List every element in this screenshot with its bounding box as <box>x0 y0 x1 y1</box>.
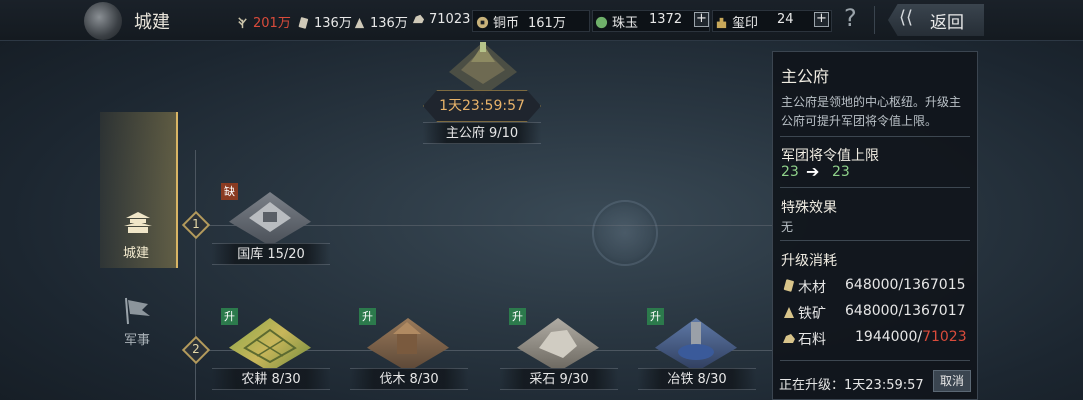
upgrading-status: 正在升级：1天23:59:57 <box>779 378 924 393</box>
foundry-building[interactable] <box>655 318 737 372</box>
add-seal-button[interactable]: + <box>814 12 829 27</box>
panel-title: 主公府 <box>781 67 830 86</box>
copper-resource[interactable]: 铜币 <box>476 12 519 31</box>
divider <box>780 187 970 188</box>
upgrade-tag: 升 <box>509 308 526 325</box>
cap-title: 军团将令值上限 <box>781 148 879 164</box>
grain-icon <box>238 17 247 29</box>
war-flag-icon[interactable] <box>122 296 152 326</box>
foundry-art <box>678 322 714 360</box>
panel-description-line-2: 公府可提升军团将令值上限。 <box>781 114 938 128</box>
cap-next-value: 23 <box>832 164 850 180</box>
add-jade-button[interactable]: + <box>694 12 709 27</box>
panel-description-line-1: 主公府是领地的中心枢纽。升级主 <box>781 95 962 109</box>
foundry-label: 冶铁 8/30 <box>638 368 756 390</box>
main-hall-label: 主公府 9/10 <box>423 122 541 144</box>
upgrade-tag: 升 <box>647 308 664 325</box>
seal-resource[interactable]: 玺印 <box>715 12 758 31</box>
lumber-art <box>393 322 421 354</box>
cost-stone-value: 1944000/71023 <box>855 329 967 345</box>
city-emblem-icon <box>84 2 122 40</box>
back-arrow-icon: ⟨⟨ <box>899 7 914 28</box>
jade-value: 1372 <box>649 12 683 27</box>
lumber-mill-label: 伐木 8/30 <box>350 368 468 390</box>
cost-wood-value: 648000/1367015 <box>845 277 966 293</box>
iron-icon <box>354 17 365 29</box>
page-title: 城建 <box>134 12 170 33</box>
effect-title: 特殊效果 <box>781 200 837 216</box>
quarry-building[interactable] <box>517 318 599 372</box>
seal-label: 玺印 <box>732 16 759 31</box>
cost-stone-have: 1944000/ <box>855 329 923 345</box>
jade-icon <box>595 16 608 29</box>
treasury-label: 国库 15/20 <box>212 243 330 265</box>
treasury-art <box>249 202 291 232</box>
cancel-upgrade-button[interactable]: 取消 <box>933 370 971 392</box>
divider <box>780 360 970 361</box>
cost-title: 升级消耗 <box>781 253 837 269</box>
stone-value: 71023 <box>429 12 471 27</box>
quarry-label: 采石 9/30 <box>500 368 618 390</box>
center-orb <box>592 200 658 266</box>
grain-value: 201万 <box>253 16 291 31</box>
iron-value: 136万 <box>370 16 408 31</box>
shortage-tag: 缺 <box>221 183 238 200</box>
divider <box>780 136 970 137</box>
arrow-right-icon: ➔ <box>806 162 820 181</box>
iron-icon <box>784 307 794 318</box>
stone-icon <box>412 14 425 24</box>
seal-icon <box>716 17 727 29</box>
help-icon[interactable]: ? <box>844 4 857 32</box>
wood-resource[interactable]: 136万 <box>297 12 352 31</box>
cost-wood-name: 木材 <box>798 280 826 296</box>
iron-resource[interactable]: 136万 <box>353 12 408 31</box>
nav-label-city: 城建 <box>123 246 150 261</box>
divider <box>780 240 970 241</box>
copper-coin-icon <box>476 16 489 29</box>
cost-iron-name: 铁矿 <box>798 306 826 322</box>
farm-label: 农耕 8/30 <box>212 368 330 390</box>
farm-building[interactable] <box>229 318 311 372</box>
effect-value: 无 <box>781 220 794 234</box>
jade-resource[interactable]: 珠玉 <box>595 12 638 31</box>
palace-icon <box>124 212 152 233</box>
upgrade-timer: 1天23:59:57 <box>423 90 541 122</box>
upgrade-tag: 升 <box>221 308 238 325</box>
lumber-mill-building[interactable] <box>367 318 449 372</box>
cost-stone-need: 71023 <box>922 329 967 345</box>
cost-stone-name: 石料 <box>798 332 826 348</box>
quarry-art <box>539 330 577 358</box>
jade-label: 珠玉 <box>612 16 639 31</box>
back-button-label: 返回 <box>930 13 964 33</box>
wood-icon <box>298 17 309 29</box>
divider <box>874 6 875 34</box>
main-hall-building[interactable] <box>447 40 519 98</box>
grain-resource[interactable]: 201万 <box>236 12 291 31</box>
wood-value: 136万 <box>314 16 352 31</box>
upgrade-tag: 升 <box>359 308 376 325</box>
stone-icon <box>783 334 795 343</box>
cap-current-value: 23 <box>781 164 799 180</box>
tier-2-number: 2 <box>192 342 200 356</box>
cost-iron-value: 648000/1367017 <box>845 303 966 319</box>
copper-label: 铜币 <box>493 16 520 31</box>
farm-art <box>243 328 297 364</box>
seal-value: 24 <box>777 12 794 27</box>
stone-resource[interactable]: 71023 <box>412 12 470 27</box>
treasury-building[interactable] <box>229 192 311 246</box>
nav-label-military[interactable]: 军事 <box>124 329 150 348</box>
tier-1-number: 1 <box>192 217 200 231</box>
copper-value: 161万 <box>528 16 566 31</box>
wood-icon <box>783 279 794 292</box>
